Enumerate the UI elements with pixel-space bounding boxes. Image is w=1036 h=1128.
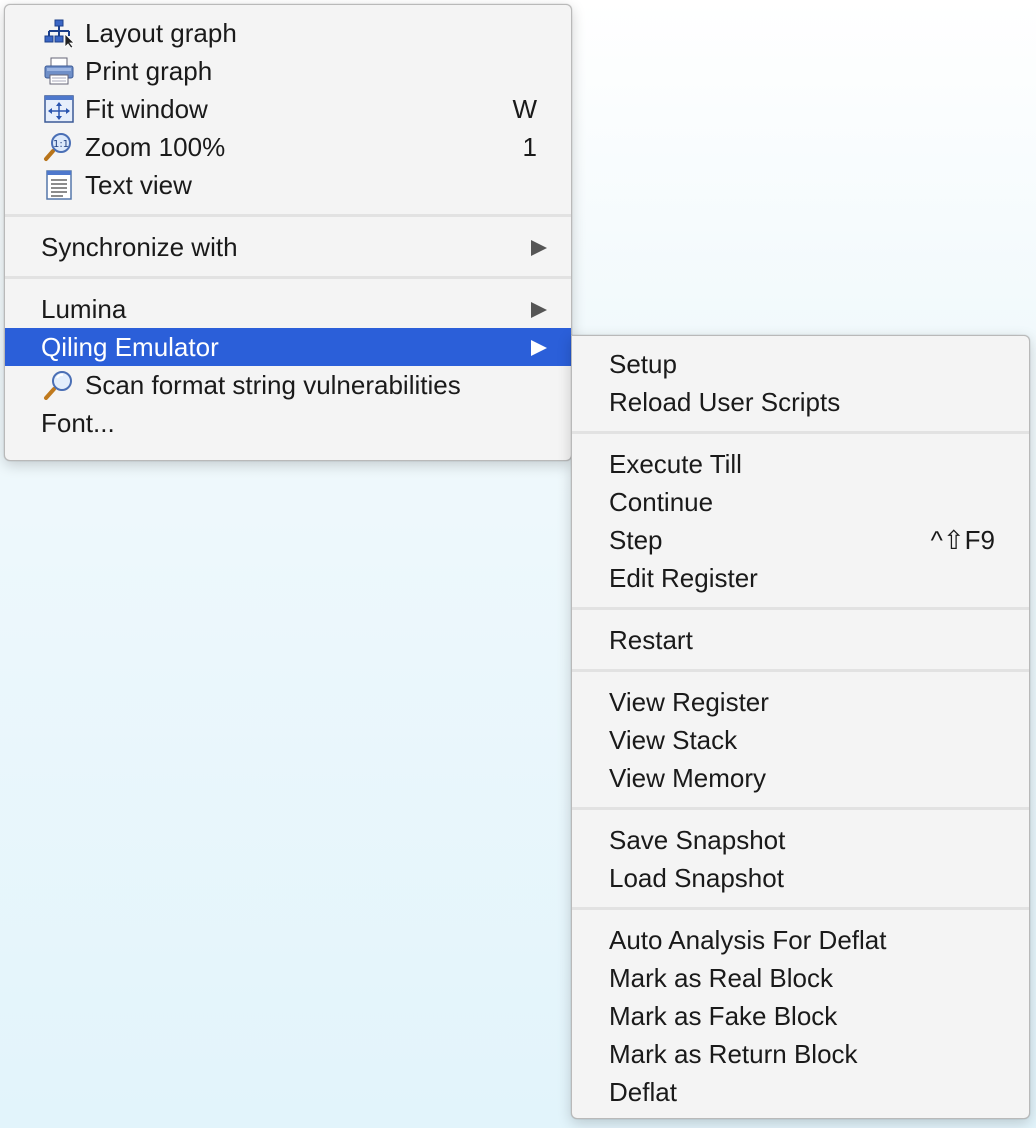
zoom-magnifier-icon: 1:1	[43, 132, 75, 162]
menu-separator	[572, 597, 1029, 621]
menu-item-view-stack[interactable]: View Stack	[572, 721, 1029, 759]
menu-item-scan-format-string[interactable]: Scan format string vulnerabilities	[5, 366, 571, 404]
menu-item-text-view[interactable]: Text view	[5, 166, 571, 204]
menu-item-label: Fit window	[85, 94, 208, 124]
menu-separator	[572, 659, 1029, 683]
shortcut-label: 1	[522, 132, 537, 162]
menu-item-setup[interactable]: Setup	[572, 345, 1029, 383]
menu-separator	[5, 266, 571, 290]
menu-separator	[5, 204, 571, 228]
menu-separator	[572, 421, 1029, 445]
menu-item-label: Mark as Return Block	[609, 1039, 858, 1069]
menu-item-label: Save Snapshot	[609, 825, 786, 855]
menu-item-view-register[interactable]: View Register	[572, 683, 1029, 721]
menu-item-label: Layout graph	[85, 18, 237, 48]
menu-item-load-snapshot[interactable]: Load Snapshot	[572, 859, 1029, 897]
menu-item-mark-return-block[interactable]: Mark as Return Block	[572, 1035, 1029, 1073]
menu-item-label: Synchronize with	[41, 232, 238, 262]
menu-item-edit-register[interactable]: Edit Register	[572, 559, 1029, 597]
menu-item-label: Text view	[85, 170, 192, 200]
submenu-arrow-icon	[531, 240, 547, 256]
menu-item-execute-till[interactable]: Execute Till	[572, 445, 1029, 483]
menu-item-mark-fake-block[interactable]: Mark as Fake Block	[572, 997, 1029, 1035]
menu-item-label: Edit Register	[609, 563, 758, 593]
menu-item-label: Mark as Real Block	[609, 963, 833, 993]
menu-item-reload-user-scripts[interactable]: Reload User Scripts	[572, 383, 1029, 421]
menu-item-view-memory[interactable]: View Memory	[572, 759, 1029, 797]
menu-item-label: Mark as Fake Block	[609, 1001, 838, 1031]
menu-item-label: Lumina	[41, 294, 127, 324]
menu-item-label: Continue	[609, 487, 714, 517]
menu-item-label: Font...	[41, 408, 115, 438]
menu-item-save-snapshot[interactable]: Save Snapshot	[572, 821, 1029, 859]
menu-item-label: Auto Analysis For Deflat	[609, 925, 887, 955]
fit-window-icon	[43, 94, 75, 124]
menu-item-label: View Register	[609, 687, 769, 717]
shortcut-label: W	[512, 94, 537, 124]
menu-item-label: Setup	[609, 349, 677, 379]
submenu-arrow-icon	[531, 302, 547, 318]
menu-item-label: Restart	[609, 625, 693, 655]
menu-item-synchronize-with[interactable]: Synchronize with	[5, 228, 571, 266]
menu-item-fit-window[interactable]: Fit window W	[5, 90, 571, 128]
menu-item-layout-graph[interactable]: Layout graph	[5, 14, 571, 52]
layout-graph-icon	[43, 18, 75, 49]
svg-text:1:1: 1:1	[53, 139, 69, 150]
menu-item-qiling-emulator[interactable]: Qiling Emulator	[5, 328, 571, 366]
menu-item-label: Print graph	[85, 56, 213, 86]
menu-item-label: Zoom 100%	[85, 132, 226, 162]
printer-icon	[43, 56, 75, 86]
qiling-emulator-submenu: Setup Reload User Scripts Execute Till C…	[571, 335, 1030, 1119]
menu-item-label: Load Snapshot	[609, 863, 784, 893]
menu-item-label: Scan format string vulnerabilities	[85, 370, 461, 400]
menu-item-label: Execute Till	[609, 449, 742, 479]
menu-item-step[interactable]: Step ^⇧F9	[572, 521, 1029, 559]
text-document-icon	[43, 170, 75, 200]
menu-item-mark-real-block[interactable]: Mark as Real Block	[572, 959, 1029, 997]
menu-item-lumina[interactable]: Lumina	[5, 290, 571, 328]
menu-item-deflat[interactable]: Deflat	[572, 1073, 1029, 1111]
magnifier-icon	[43, 370, 75, 400]
menu-item-zoom-100[interactable]: 1:1 Zoom 100% 1	[5, 128, 571, 166]
menu-item-continue[interactable]: Continue	[572, 483, 1029, 521]
menu-item-print-graph[interactable]: Print graph	[5, 52, 571, 90]
context-menu: Layout graph Print graph Fit window W 1:…	[4, 4, 572, 461]
menu-item-label: View Stack	[609, 725, 738, 755]
menu-item-label: Reload User Scripts	[609, 387, 841, 417]
menu-separator	[572, 797, 1029, 821]
submenu-arrow-icon	[531, 340, 547, 356]
menu-item-auto-analysis-deflat[interactable]: Auto Analysis For Deflat	[572, 921, 1029, 959]
menu-item-font[interactable]: Font...	[5, 404, 571, 442]
menu-separator	[572, 897, 1029, 921]
menu-item-label: Step	[609, 525, 663, 555]
menu-item-label: View Memory	[609, 763, 767, 793]
menu-item-label: Qiling Emulator	[41, 332, 219, 362]
shortcut-label: ^⇧F9	[930, 525, 995, 555]
menu-item-restart[interactable]: Restart	[572, 621, 1029, 659]
menu-item-label: Deflat	[609, 1077, 677, 1107]
